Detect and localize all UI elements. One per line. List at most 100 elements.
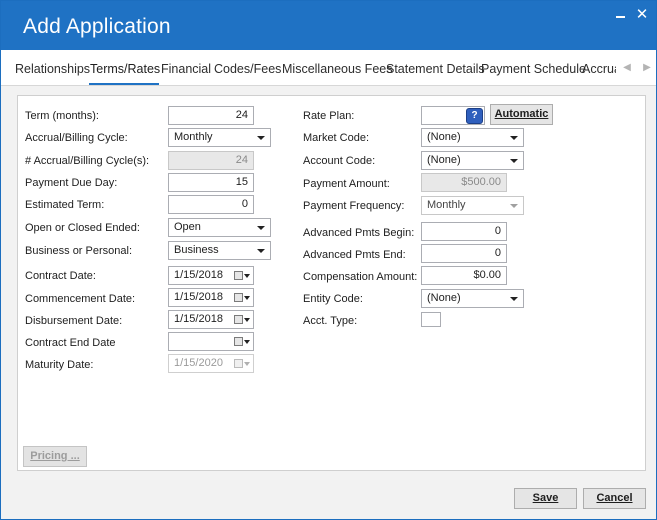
automatic-button-label: Automatic <box>494 108 549 120</box>
chevron-down-icon <box>510 159 518 163</box>
account-code-select[interactable]: (None) <box>421 151 524 170</box>
chevron-down-icon <box>257 249 265 253</box>
terms-rates-panel <box>17 95 646 471</box>
open-closed-value: Open <box>174 221 201 233</box>
disbursement-date-label: Disbursement Date: <box>25 315 123 327</box>
business-personal-label: Business or Personal: <box>25 245 132 257</box>
business-personal-select[interactable]: Business <box>168 241 271 260</box>
automatic-button[interactable]: Automatic <box>490 104 553 125</box>
contract-end-date-label: Contract End Date <box>25 337 116 349</box>
term-input[interactable]: 24 <box>168 106 254 125</box>
acct-type-field[interactable] <box>421 312 441 327</box>
business-personal-value: Business <box>174 244 219 256</box>
rate-plan-label: Rate Plan: <box>303 110 355 122</box>
contract-date-label: Contract Date: <box>25 270 96 282</box>
payment-due-day-label: Payment Due Day: <box>25 177 118 189</box>
calendar-icon[interactable] <box>234 271 243 280</box>
tab-relationships[interactable]: Relationships <box>15 62 90 76</box>
billing-cycles-count-input: 24 <box>168 151 254 170</box>
accrual-billing-cycle-label: Accrual/Billing Cycle: <box>25 132 128 144</box>
calendar-icon[interactable] <box>234 337 243 346</box>
advanced-pmts-begin-input[interactable]: 0 <box>421 222 507 241</box>
term-label: Term (months): <box>25 110 99 122</box>
market-code-value: (None) <box>427 131 461 143</box>
payment-amount-label: Payment Amount: <box>303 178 390 190</box>
estimated-term-label: Estimated Term: <box>25 199 105 211</box>
maturity-date-picker: 1/15/2020 <box>168 354 254 373</box>
estimated-term-input[interactable]: 0 <box>168 195 254 214</box>
payment-frequency-select: Monthly <box>421 196 524 215</box>
add-application-window: Add Application ✕ Relationships Terms/Ra… <box>0 0 657 520</box>
disbursement-date-value: 1/15/2018 <box>174 313 223 325</box>
entity-code-select[interactable]: (None) <box>421 289 524 308</box>
tab-miscellaneous-fees[interactable]: Miscellaneous Fees <box>282 62 392 76</box>
contract-date-value: 1/15/2018 <box>174 269 223 281</box>
tab-scroll-right-icon[interactable]: ▶ <box>641 62 653 74</box>
minimize-icon <box>616 16 625 18</box>
payment-due-day-input[interactable]: 15 <box>168 173 254 192</box>
tab-statement-details[interactable]: Statement Details <box>386 62 485 76</box>
pricing-button: Pricing ... <box>23 446 87 467</box>
accrual-billing-cycle-value: Monthly <box>174 131 213 143</box>
advanced-pmts-begin-label: Advanced Pmts Begin: <box>303 227 415 239</box>
open-closed-select[interactable]: Open <box>168 218 271 237</box>
billing-cycles-count-label: # Accrual/Billing Cycle(s): <box>25 155 150 167</box>
tab-terms-rates[interactable]: Terms/Rates <box>90 62 160 76</box>
compensation-amount-label: Compensation Amount: <box>303 271 418 283</box>
chevron-down-icon <box>244 362 250 366</box>
chevron-down-icon <box>244 318 250 322</box>
minimize-button[interactable] <box>613 7 629 23</box>
contract-date-picker[interactable]: 1/15/2018 <box>168 266 254 285</box>
advanced-pmts-end-input[interactable]: 0 <box>421 244 507 263</box>
open-closed-label: Open or Closed Ended: <box>25 222 140 234</box>
pricing-button-label: Pricing ... <box>30 450 80 462</box>
maturity-date-label: Maturity Date: <box>25 359 94 371</box>
calendar-icon <box>234 359 243 368</box>
market-code-label: Market Code: <box>303 132 370 144</box>
acct-type-label: Acct. Type: <box>303 315 358 327</box>
title-bar: Add Application ✕ <box>1 1 656 50</box>
tab-scroll-left-icon[interactable]: ◀ <box>621 62 633 74</box>
payment-frequency-label: Payment Frequency: <box>303 200 405 212</box>
save-button-label: Save <box>532 492 559 504</box>
entity-code-label: Entity Code: <box>303 293 363 305</box>
payment-frequency-value: Monthly <box>427 199 466 211</box>
close-button[interactable]: ✕ <box>634 7 650 23</box>
save-button[interactable]: Save <box>514 488 577 509</box>
active-tab-indicator <box>89 83 159 85</box>
window-title: Add Application <box>23 15 171 38</box>
calendar-icon[interactable] <box>234 315 243 324</box>
market-code-select[interactable]: (None) <box>421 128 524 147</box>
tab-clip: Relationships Terms/Rates Financial Code… <box>1 50 616 86</box>
account-code-label: Account Code: <box>303 155 376 167</box>
tab-strip: Relationships Terms/Rates Financial Code… <box>1 50 656 86</box>
chevron-down-icon <box>244 296 250 300</box>
payment-amount-input: $500.00 <box>421 173 507 192</box>
advanced-pmts-end-label: Advanced Pmts End: <box>303 249 406 261</box>
chevron-down-icon <box>510 297 518 301</box>
maturity-date-value: 1/15/2020 <box>174 357 223 369</box>
close-icon: ✕ <box>635 6 649 23</box>
entity-code-value: (None) <box>427 292 461 304</box>
contract-end-date-picker[interactable] <box>168 332 254 351</box>
chevron-down-icon <box>257 136 265 140</box>
chevron-down-icon <box>257 226 265 230</box>
commencement-date-label: Commencement Date: <box>25 293 136 305</box>
help-icon[interactable]: ? <box>466 108 483 124</box>
commencement-date-value: 1/15/2018 <box>174 291 223 303</box>
calendar-icon[interactable] <box>234 293 243 302</box>
tab-financial[interactable]: Financial <box>161 62 211 76</box>
compensation-amount-input[interactable]: $0.00 <box>421 266 507 285</box>
account-code-value: (None) <box>427 154 461 166</box>
accrual-billing-cycle-select[interactable]: Monthly <box>168 128 271 147</box>
tab-codes-fees[interactable]: Codes/Fees <box>214 62 281 76</box>
tab-payment-schedule[interactable]: Payment Schedule <box>481 62 586 76</box>
disbursement-date-picker[interactable]: 1/15/2018 <box>168 310 254 329</box>
chevron-down-icon <box>510 136 518 140</box>
chevron-down-icon <box>244 274 250 278</box>
commencement-date-picker[interactable]: 1/15/2018 <box>168 288 254 307</box>
chevron-down-icon <box>244 340 250 344</box>
cancel-button[interactable]: Cancel <box>583 488 646 509</box>
cancel-button-label: Cancel <box>596 492 633 504</box>
tab-accrual[interactable]: Accrua <box>582 62 616 76</box>
